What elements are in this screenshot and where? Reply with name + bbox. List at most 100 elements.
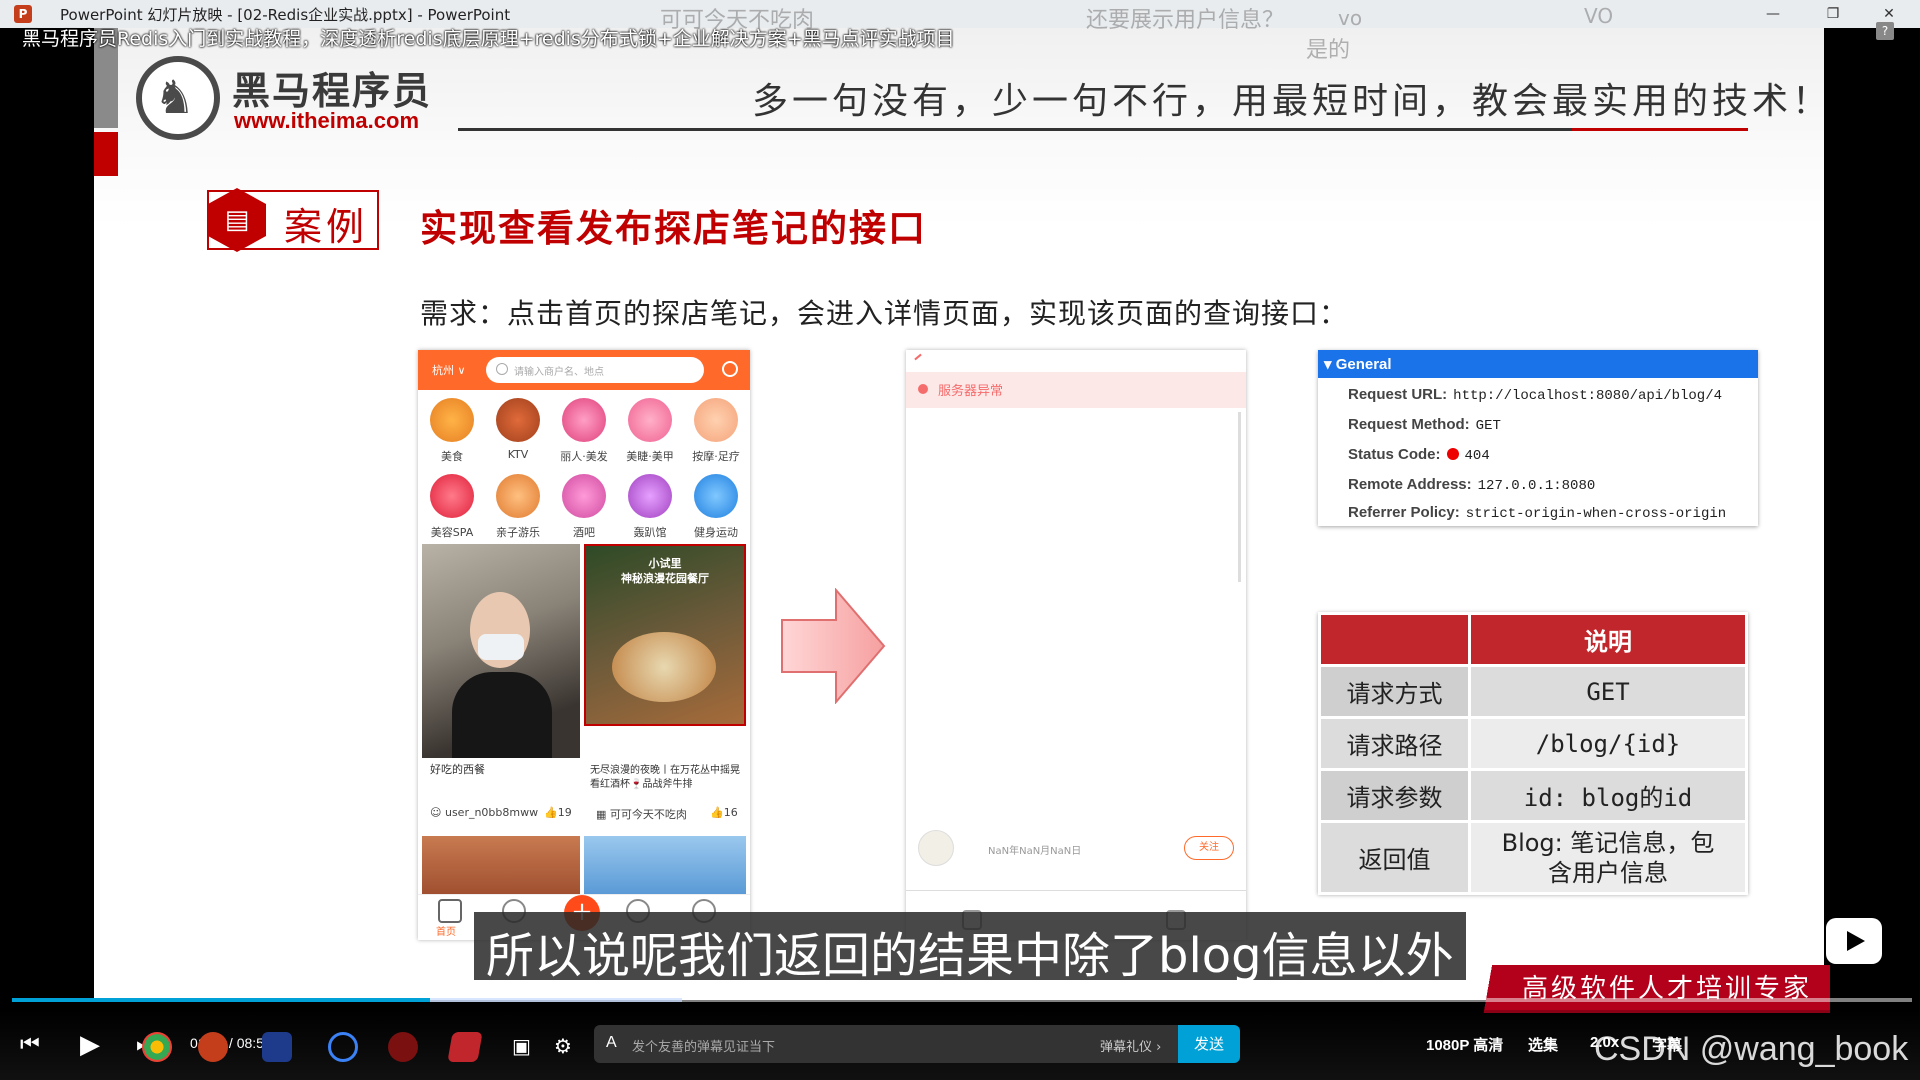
help-icon[interactable]: ?: [1876, 22, 1894, 40]
progress-played: [12, 998, 430, 1002]
browser-icon[interactable]: [328, 1032, 358, 1062]
danmaku-comment: 可可今天不吃肉: [660, 8, 815, 33]
video-subtitle: 所以说呢我们返回的结果中除了blog信息以外: [474, 912, 1466, 984]
note-card-likes-1: 👍19: [544, 806, 572, 819]
thumbs-up-icon: 👍: [544, 806, 558, 819]
header-divider-accent: [1572, 128, 1748, 131]
danmaku-comment: 是的: [1306, 38, 1351, 63]
chrome-icon[interactable]: [142, 1032, 172, 1062]
category-nails: 美睫·美甲: [618, 398, 682, 470]
window-title: PowerPoint 幻灯片放映 - [02-Redis企业实战.pptx] -…: [60, 5, 511, 24]
api-info-table: 说明 请求方式 GET 请求路径 /blog/{id} 请求参数 id: blo…: [1318, 612, 1748, 895]
redis-icon[interactable]: [388, 1032, 418, 1062]
table-header-empty: [1318, 612, 1471, 667]
follow-button: 关注: [1184, 836, 1234, 860]
danmaku-comment: VO: [1584, 4, 1614, 28]
previous-icon[interactable]: ⏮: [20, 1032, 40, 1057]
powerpoint-icon: P: [14, 5, 32, 23]
category-massage: 按摩·足疗: [684, 398, 748, 470]
category-kids: 亲子游乐: [486, 474, 550, 546]
note-card-image-1: [422, 544, 580, 758]
person-body: [452, 672, 552, 758]
header-divider: [458, 128, 1748, 131]
city-selector: 杭州 ∨: [432, 364, 466, 377]
back-icon: [914, 353, 922, 361]
home-icon: [438, 899, 462, 923]
play-icon[interactable]: ▶: [80, 1030, 100, 1060]
avatar-icon: ☺: [430, 806, 442, 819]
table-row: 请求参数 id: blog的id: [1318, 768, 1748, 823]
case-label: 案例: [284, 205, 369, 249]
remote-address-row: Remote Address: 127.0.0.1:8080: [1348, 476, 1596, 494]
note-card-title-1: 好吃的西餐: [430, 763, 485, 776]
maximize-button[interactable]: ❐: [1810, 0, 1856, 28]
requirement-text: 需求：点击首页的探店笔记，会进入详情页面，实现该页面的查询接口：: [420, 297, 1349, 330]
nail-polish-icon: [628, 398, 672, 442]
app-icon[interactable]: [447, 1032, 483, 1062]
font-icon[interactable]: A: [606, 1034, 617, 1052]
note-card-author-2: ▦ 可可今天不吃肉: [596, 808, 687, 821]
note-card-title-2: 无尽浪漫的夜晚丨在万花丛中摇晃看红酒杯🍷品战斧牛排: [590, 765, 740, 790]
note-card-image-3: [422, 836, 580, 894]
note-card-author-1: ☺ user_n0bb8mww: [430, 806, 539, 819]
error-icon: [918, 384, 928, 394]
general-header: ▾ General: [1318, 350, 1758, 378]
avatar: [918, 830, 954, 866]
note-card-image-2: 小试里 神秘浪漫花园餐厅: [584, 544, 746, 726]
hair-icon: [562, 398, 606, 442]
danmaku-toggle-icon[interactable]: ▣: [512, 1034, 531, 1058]
episodes-button[interactable]: 选集: [1528, 1034, 1558, 1055]
note-card-likes-2: 👍16: [710, 806, 738, 819]
microphone-icon: [496, 398, 540, 442]
play-overlay-icon[interactable]: [1826, 918, 1882, 964]
referrer-policy-row: Referrer Policy: strict-origin-when-cross…: [1348, 504, 1727, 522]
category-fitness: 健身运动: [684, 474, 748, 546]
face-mask-icon: [430, 474, 474, 518]
danmaku-settings-icon[interactable]: ⚙: [554, 1034, 572, 1058]
horse-icon: ♞: [154, 70, 196, 124]
table-row: 返回值 Blog: 笔记信息，包 含用户信息: [1318, 820, 1748, 895]
request-method-row: Request Method: GET: [1348, 416, 1501, 434]
avatar-icon: ▦: [596, 808, 607, 821]
food-plate: [612, 632, 716, 702]
nav-home-label: 首页: [436, 927, 456, 938]
ide-icon[interactable]: [262, 1032, 292, 1062]
table-header: 说明: [1468, 612, 1748, 667]
dumbbell-icon: [694, 474, 738, 518]
table-row: 请求方式 GET: [1318, 664, 1748, 719]
foot-icon: [694, 398, 738, 442]
post-date: NaN年NaN月NaN日: [988, 846, 1082, 857]
danmaku-comment: 还要展示用户信息？: [1086, 8, 1285, 33]
slide-title: 实现查看发布探店笔记的接口: [420, 207, 927, 250]
scrollbar: [1238, 412, 1241, 582]
request-url-row: Request URL: http://localhost:8080/api/bl…: [1348, 386, 1723, 404]
phone-search-box: 请输入商户名、地点: [486, 357, 704, 383]
category-party: 轰趴馆: [618, 474, 682, 546]
category-bar: 酒吧: [552, 474, 616, 546]
family-icon: [496, 474, 540, 518]
minimize-button[interactable]: —: [1750, 0, 1796, 28]
danmaku-etiquette-link[interactable]: 弹幕礼仪 ›: [1100, 1036, 1161, 1055]
cocktail-icon: [562, 474, 606, 518]
phone-home-screenshot: 杭州 ∨ 请输入商户名、地点 美食 KTV 丽人·美发 美睫·美甲 按摩·足疗 …: [418, 350, 750, 940]
slide-side-accent: [94, 132, 118, 176]
danmaku-comment: vo: [1338, 6, 1363, 30]
search-icon: [496, 363, 508, 375]
table-row: 请求路径 /blog/{id}: [1318, 716, 1748, 771]
category-spa: 美容SPA: [420, 474, 484, 546]
slide-motto: 多一句没有，少一句不行，用最短时间，教会最实用的技术！: [752, 81, 1833, 122]
face-mask: [478, 634, 524, 660]
quality-selector[interactable]: 1080P 高清: [1426, 1034, 1503, 1055]
status-error-icon: [1446, 448, 1459, 460]
csdn-watermark: CSDN @wang_book: [1594, 1030, 1909, 1068]
send-button[interactable]: 发送: [1178, 1025, 1240, 1063]
itheima-logo: ♞ 黑马程序员 www.itheima.com: [136, 52, 436, 142]
danmaku-placeholder: 发个友善的弹幕见证当下: [632, 1040, 776, 1055]
card-overlay-text: 小试里 神秘浪漫花园餐厅: [621, 557, 709, 585]
screen: P PowerPoint 幻灯片放映 - [02-Redis企业实战.pptx]…: [0, 0, 1920, 1080]
powerpoint-taskbar-icon[interactable]: [198, 1032, 228, 1062]
progress-bar[interactable]: [0, 996, 1920, 1004]
category-ktv: KTV: [486, 398, 550, 470]
status-code-row: Status Code: 404: [1348, 446, 1490, 464]
user-icon: [722, 361, 738, 377]
